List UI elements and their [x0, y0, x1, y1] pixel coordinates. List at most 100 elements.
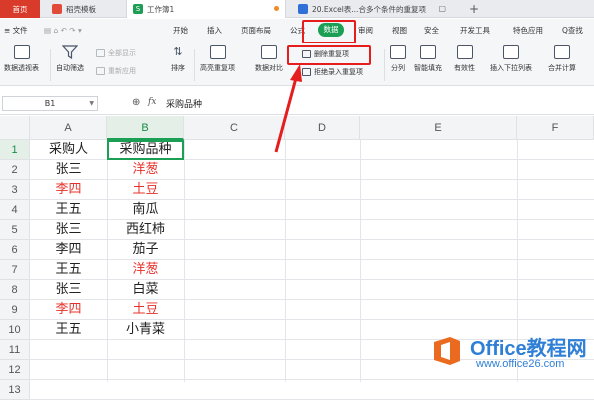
smart-fill-button[interactable]: 智能填充	[414, 45, 442, 73]
selected-cell-b1[interactable]	[107, 140, 184, 160]
watermark: Office教程网 www.office26.com	[424, 326, 594, 382]
insert-dropdown-button[interactable]: 插入下拉列表	[490, 45, 532, 73]
menu-file[interactable]: ≡ 文件	[4, 19, 28, 43]
formula-input[interactable]: 采购品种	[166, 97, 202, 110]
sort-icon: ⇅	[173, 45, 183, 58]
row-header[interactable]: 13	[0, 380, 30, 400]
validity-button[interactable]: 有效性	[454, 45, 475, 73]
row-header[interactable]: 7	[0, 260, 30, 280]
cell-reference: B1	[44, 99, 56, 108]
cell-purchaser[interactable]: 张三	[30, 160, 107, 180]
formula-bar: B1 ▼ ⊕ fx 采购品种	[0, 93, 594, 115]
menu-start[interactable]: 开始	[173, 19, 188, 43]
pivot-table-icon	[13, 45, 30, 59]
reapply-button[interactable]: 重新应用	[96, 66, 136, 76]
cell-purchaser[interactable]: 采购人	[30, 140, 107, 160]
search-button[interactable]: Q查找	[562, 19, 583, 43]
row-header[interactable]: 4	[0, 200, 30, 220]
consolidate-button[interactable]: 合并计算	[548, 45, 576, 73]
cell-purchaser[interactable]: 张三	[30, 280, 107, 300]
template-icon	[52, 4, 62, 14]
pivot-table-label: 数据透视表	[4, 64, 39, 72]
row-header[interactable]: 1	[0, 140, 30, 160]
reject-duplicates-button[interactable]: 拒绝录入重复项	[302, 67, 363, 77]
row-header[interactable]: 11	[0, 340, 30, 360]
row-header[interactable]: 9	[0, 300, 30, 320]
row-header[interactable]: 3	[0, 180, 30, 200]
menu-review[interactable]: 审阅	[358, 19, 373, 43]
tab-template[interactable]: 稻壳模板	[46, 0, 116, 18]
column-header-f[interactable]: F	[517, 116, 594, 140]
toolbar-quick-icons[interactable]: ▤ ⌂ ↶ ↷ ▾	[44, 19, 82, 43]
column-header-d[interactable]: D	[285, 116, 360, 140]
cell-product[interactable]: 白菜	[107, 280, 184, 300]
split-column-icon	[390, 45, 406, 59]
cell-purchaser[interactable]: 李四	[30, 300, 107, 320]
smart-fill-icon	[420, 45, 436, 59]
menu-security[interactable]: 安全	[424, 19, 439, 43]
column-line	[184, 140, 185, 382]
cell-purchaser[interactable]: 张三	[30, 220, 107, 240]
fx-icon[interactable]: fx	[148, 97, 156, 107]
menu-features[interactable]: 特色应用	[513, 19, 543, 43]
cell-product[interactable]: 西红柿	[107, 220, 184, 240]
cell-product[interactable]: 土豆	[107, 300, 184, 320]
row-header[interactable]: 8	[0, 280, 30, 300]
menu-developer[interactable]: 开发工具	[460, 19, 490, 43]
row-header[interactable]: 10	[0, 320, 30, 340]
document-icon	[298, 4, 308, 14]
cell-purchaser[interactable]: 李四	[30, 240, 107, 260]
cell-purchaser[interactable]: 李四	[30, 180, 107, 200]
data-compare-button[interactable]: 数据对比	[255, 45, 283, 73]
document-tab-bar: 首页 稻壳模板 S 工作簿1 20.Excel表...合多个条件的重复项 ▢ +	[0, 0, 594, 18]
menu-insert[interactable]: 插入	[207, 19, 222, 43]
tab-workbook[interactable]: S 工作簿1	[126, 0, 286, 18]
spreadsheet-icon: S	[133, 4, 143, 14]
cell-product[interactable]: 南瓜	[107, 200, 184, 220]
pivot-table-button[interactable]: 数据透视表	[4, 45, 39, 73]
highlight-box-remove-duplicates	[287, 45, 371, 65]
column-header-a[interactable]: A	[30, 116, 107, 140]
row-header[interactable]: 6	[0, 240, 30, 260]
highlight-duplicates-button[interactable]: 高亮重复项	[200, 45, 235, 73]
new-tab-button[interactable]: +	[466, 0, 482, 18]
cell-product[interactable]: 茄子	[107, 240, 184, 260]
name-box[interactable]: B1 ▼	[2, 96, 98, 111]
menu-view[interactable]: 视图	[392, 19, 407, 43]
row-header[interactable]: 2	[0, 160, 30, 180]
cell-purchaser[interactable]: 王五	[30, 320, 107, 340]
cell-purchaser[interactable]: 王五	[30, 260, 107, 280]
select-all-corner[interactable]	[0, 116, 30, 140]
menu-page-layout[interactable]: 页面布局	[241, 19, 271, 43]
tab-template-label: 稻壳模板	[66, 4, 96, 14]
show-all-button[interactable]: 全部显示	[96, 48, 136, 58]
row-header[interactable]: 5	[0, 220, 30, 240]
cell-product[interactable]: 洋葱	[107, 260, 184, 280]
autofilter-button[interactable]: 自动筛选	[56, 45, 84, 73]
split-column-label: 分列	[391, 64, 405, 72]
tab-workbook-label: 工作簿1	[147, 4, 175, 14]
tab-document-label: 20.Excel表...合多个条件的重复项	[312, 4, 426, 14]
tab-close-icon[interactable]: ▢	[438, 4, 446, 13]
row-header[interactable]: 12	[0, 360, 30, 380]
smart-fill-label: 智能填充	[414, 64, 442, 72]
cell-product[interactable]: 土豆	[107, 180, 184, 200]
tab-home[interactable]: 首页	[0, 0, 40, 18]
sort-button[interactable]: ⇅ 排序	[170, 45, 186, 73]
ribbon-divider	[384, 49, 385, 81]
filter-icon	[61, 45, 79, 60]
show-all-label: 全部显示	[108, 49, 136, 57]
chevron-down-icon[interactable]: ▼	[89, 97, 94, 110]
tab-document[interactable]: 20.Excel表...合多个条件的重复项 ▢	[292, 0, 452, 18]
insert-dropdown-icon	[503, 45, 519, 59]
cell-product[interactable]: 洋葱	[107, 160, 184, 180]
cell-product[interactable]: 小青菜	[107, 320, 184, 340]
cell-purchaser[interactable]: 王五	[30, 200, 107, 220]
validity-icon	[456, 45, 473, 59]
reapply-icon	[96, 67, 105, 75]
column-header-c[interactable]: C	[184, 116, 285, 140]
split-column-button[interactable]: 分列	[390, 45, 406, 73]
zoom-icon[interactable]: ⊕	[132, 97, 140, 108]
column-header-e[interactable]: E	[360, 116, 517, 140]
column-header-b[interactable]: B	[107, 116, 184, 140]
